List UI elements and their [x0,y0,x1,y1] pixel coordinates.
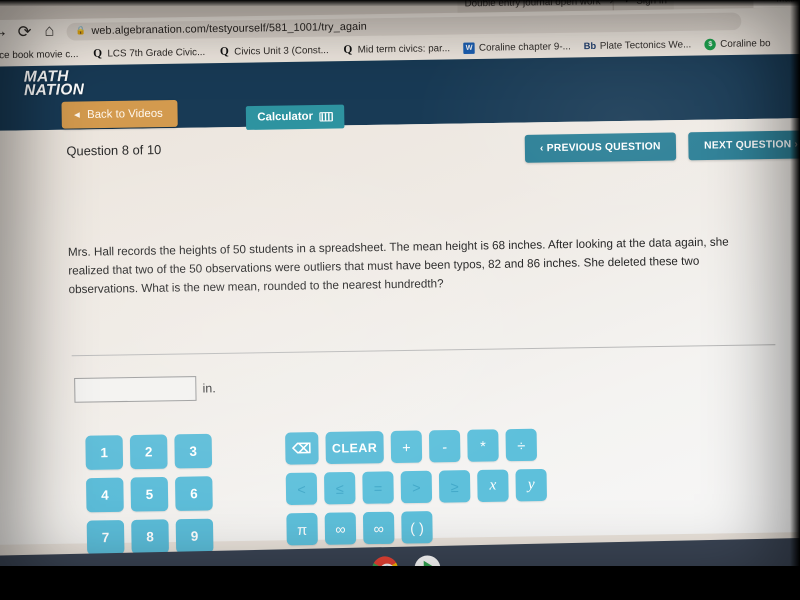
blackboard-icon: Bb [583,40,597,52]
math-favicon: ⚑ [761,0,772,4]
chromebook-screen: Double entry journal open work ✕ ◑ Sign … [0,0,800,591]
photographed-screen: Double entry journal open work ✕ ◑ Sign … [0,0,800,600]
operator-row-2: < ≤ = > ≥ x y [285,468,547,506]
chevron-left-icon: ◂ [73,108,80,122]
bookmark-label: Alice book movie c... [0,48,79,62]
infinity-alt-key[interactable]: ∞ [362,511,395,545]
play-triangle [423,560,435,576]
number-row-1: 1 2 3 [85,433,213,470]
bookmark-civics-unit3[interactable]: Q Civics Unit 3 (Const... [219,45,329,58]
launcher-circle-icon[interactable] [4,566,21,583]
infinity-key[interactable]: ∞ [324,512,357,545]
browser-tab-signin[interactable]: ◑ Sign In [613,0,675,11]
home-button[interactable]: ⌂ [42,22,58,40]
number-row-3: 7 8 9 [86,518,214,555]
signin-favicon: ◑ [623,0,629,5]
number-row-2: 4 5 6 [86,476,213,513]
key-6[interactable]: 6 [175,476,213,511]
bookmark-label: Coraline chapter 9-... [478,40,571,54]
bookmark-label: LCS 7th Grade Civic... [107,46,206,60]
bookmark-label: Coraline bo [720,37,771,51]
quizlet-icon: Q [343,43,353,56]
bookmark-label: Civics Unit 3 (Const... [234,44,329,58]
tab-close-icon[interactable]: ✕ [737,0,745,4]
key-5[interactable]: 5 [130,476,169,512]
backspace-key[interactable]: ⌫ [285,432,319,465]
bookmark-label: Plate Tectonics We... [599,39,692,52]
calculator-label: Calculator [257,110,314,124]
plus-key[interactable]: + [390,430,423,464]
next-question-button[interactable]: NEXT QUESTION › [688,130,800,161]
variable-y-key[interactable]: y [515,468,547,502]
lock-icon: 🔒 [75,25,87,36]
math-nation-logo: MATH NATION [23,68,85,100]
site-icon: $ [704,38,717,51]
key-3[interactable]: 3 [174,433,213,469]
address-bar-url: web.algebranation.com/testyourself/581_1… [91,20,368,38]
equals-key[interactable]: = [362,471,394,504]
key-9[interactable]: 9 [175,518,214,554]
answer-row: in. [74,376,216,403]
question-page: Question 8 of 10 ‹ PREVIOUS QUESTION NEX… [0,117,800,555]
calculator-icon [319,111,333,122]
parentheses-key[interactable]: ( ) [401,511,433,544]
greater-equal-key[interactable]: ≥ [438,470,471,503]
operator-row-3: π ∞ ∞ ( ) [286,509,547,546]
forward-button[interactable]: → [0,23,8,41]
bookmark-coraline-ch9[interactable]: W Coraline chapter 9-... [463,40,571,55]
bookmark-label: Mid term civics: par... [357,42,451,56]
number-pad: 1 2 3 4 5 6 7 8 9 [85,433,214,555]
divider [71,344,776,357]
tab-title: Sign In [636,0,668,7]
key-8[interactable]: 8 [131,519,169,555]
key-4[interactable]: 4 [86,477,124,513]
answer-unit-label: in. [202,380,216,396]
quizlet-icon: Q [93,47,103,60]
bookmark-lcs-civics[interactable]: Q LCS 7th Grade Civic... [92,46,206,60]
browser-tab-math[interactable]: ⚑ Math [753,0,800,9]
clear-key[interactable]: CLEAR [325,431,384,465]
less-than-key[interactable]: < [285,472,318,506]
operator-pad: ⌫ CLEAR + - * ÷ < ≤ = > ≥ x y π ∞ ∞ () [285,428,548,546]
question-text: Mrs. Hall records the heights of 50 stud… [67,236,729,297]
multiply-key[interactable]: * [467,429,499,462]
greater-than-key[interactable]: > [400,470,433,504]
key-7[interactable]: 7 [86,520,125,555]
bookmark-coraline-book[interactable]: $ Coraline bo [704,37,771,51]
word-doc-icon: W [463,42,475,55]
previous-question-button[interactable]: ‹ PREVIOUS QUESTION [524,132,677,163]
reload-button[interactable]: ⟳ [17,24,33,42]
minus-key[interactable]: - [428,429,461,463]
answer-input[interactable] [74,376,197,403]
question-counter: Question 8 of 10 [66,142,162,159]
bookmark-alice[interactable]: Alice book movie c... [0,49,79,62]
operator-row-1: ⌫ CLEAR + - * ÷ [285,428,546,465]
math-keypad: 1 2 3 4 5 6 7 8 9 ⌫ CLEAR + - * ÷ < ≤ = … [0,418,800,555]
bookmark-midterm-civics[interactable]: Q Mid term civics: par... [342,43,450,56]
key-2[interactable]: 2 [129,434,168,470]
bookmark-plate-tectonics[interactable]: Bb Plate Tectonics We... [583,39,692,52]
back-to-videos-button[interactable]: ◂ Back to Videos [61,99,178,129]
back-to-videos-label: Back to Videos [86,106,163,121]
pi-key[interactable]: π [286,512,318,546]
logo-line-2: NATION [23,80,85,100]
quizlet-icon: Q [219,45,229,58]
calculator-button[interactable]: Calculator [245,104,345,130]
divide-key[interactable]: ÷ [505,428,538,462]
key-1[interactable]: 1 [85,435,124,470]
tab-title: Math [776,0,798,4]
question-navigation: ‹ PREVIOUS QUESTION NEXT QUESTION › [524,130,800,163]
tab-title: Double entry journal open work [464,0,601,10]
less-equal-key[interactable]: ≤ [323,471,356,505]
variable-x-key[interactable]: x [477,469,509,503]
chrome-icon[interactable] [371,555,399,583]
google-play-icon[interactable] [414,554,441,582]
